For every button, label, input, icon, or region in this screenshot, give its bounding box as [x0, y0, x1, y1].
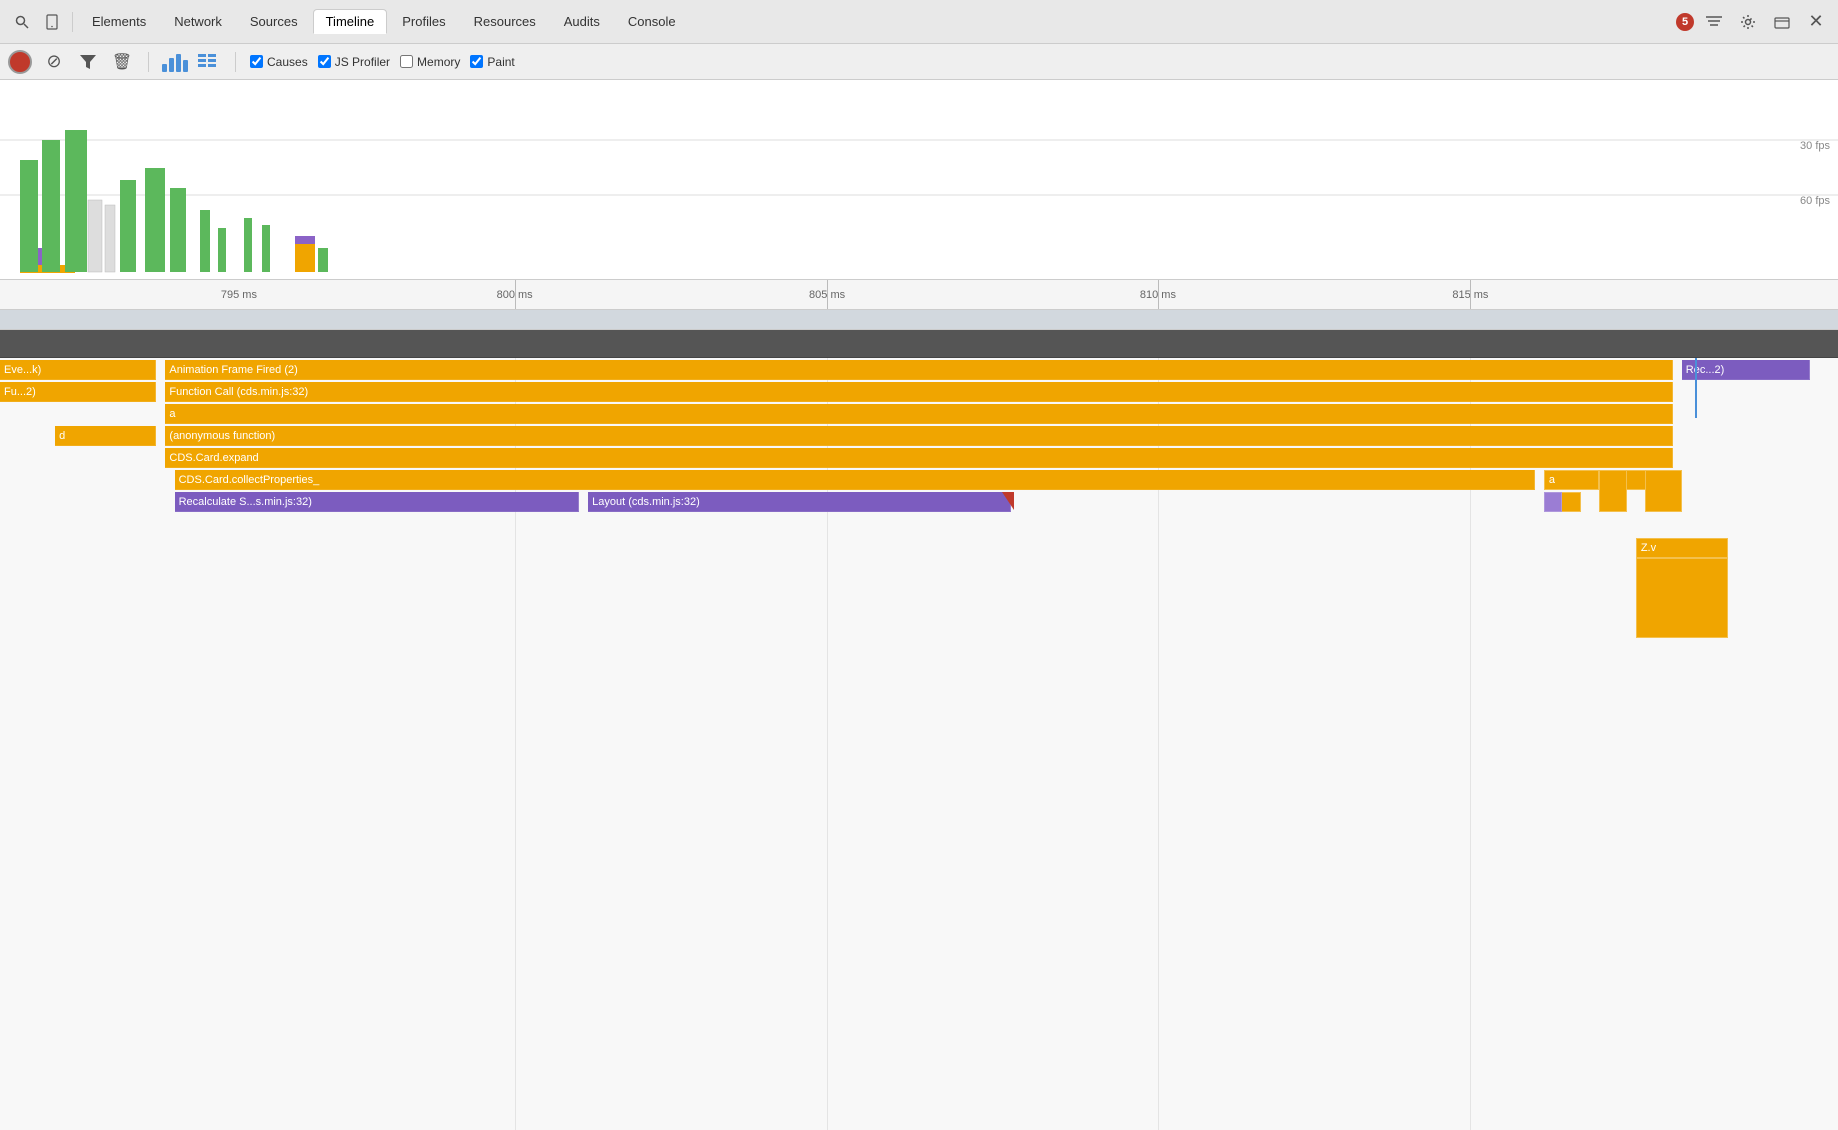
record-indicator	[15, 57, 25, 67]
causes-checkbox[interactable]: Causes	[250, 55, 308, 69]
device-icon[interactable]	[38, 8, 66, 36]
js-profiler-input[interactable]	[318, 55, 331, 68]
close-icon[interactable]: ✕	[1802, 8, 1830, 36]
trash-icon[interactable]: 🗑	[110, 50, 134, 74]
bar-chart-visual	[162, 52, 188, 72]
js-profiler-checkbox[interactable]: JS Profiler	[318, 55, 390, 69]
tab-audits[interactable]: Audits	[551, 9, 613, 34]
fps-60-label: 60 fps	[1800, 195, 1830, 207]
flame-chart[interactable]: Eve...k) Animation Frame Fired (2) Rec..…	[0, 358, 1838, 1130]
flame-block-right1[interactable]	[1599, 470, 1627, 512]
fps-chart[interactable]: 30 fps 60 fps	[0, 80, 1838, 280]
time-mark-795: 795 ms	[221, 289, 257, 301]
memory-checkbox[interactable]: Memory	[400, 55, 460, 69]
tab-timeline[interactable]: Timeline	[313, 9, 388, 34]
error-badge[interactable]: 5	[1676, 13, 1694, 31]
filter-icon[interactable]	[76, 50, 100, 74]
flame-row-zv[interactable]: Z.v	[1636, 538, 1728, 558]
controls-bar: ⊘ 🗑 Causes JS Profiler	[0, 44, 1838, 80]
separator	[72, 12, 73, 32]
causes-input[interactable]	[250, 55, 263, 68]
flame-chart-header	[0, 330, 1838, 358]
layout-warning-triangle	[1002, 492, 1014, 510]
fps-chart-inner: 30 fps 60 fps	[0, 80, 1838, 279]
flame-block-right2[interactable]	[1645, 470, 1682, 512]
mini-timeline-bar	[0, 310, 1838, 330]
tab-profiles[interactable]: Profiles	[389, 9, 458, 34]
js-profiler-label: JS Profiler	[335, 55, 390, 69]
paint-input[interactable]	[470, 55, 483, 68]
list-icon[interactable]	[197, 50, 221, 74]
devtools-toolbar: Elements Network Sources Timeline Profil…	[0, 0, 1838, 44]
stop-icon[interactable]: ⊘	[42, 50, 66, 74]
blue-time-indicator	[1695, 358, 1697, 418]
tab-resources[interactable]: Resources	[461, 9, 549, 34]
memory-input[interactable]	[400, 55, 413, 68]
flame-row-collect[interactable]: CDS.Card.collectProperties_	[175, 470, 1535, 490]
bar-chart-icon[interactable]	[163, 50, 187, 74]
causes-label: Causes	[267, 55, 308, 69]
flame-row-a[interactable]: a	[165, 404, 1672, 424]
timeline-area: 30 fps 60 fps 795 ms 800 ms 805 ms 810 m…	[0, 80, 1838, 1130]
record-button[interactable]	[8, 50, 32, 74]
toolbar-right: 5 ✕	[1676, 8, 1830, 36]
flame-row-anonymous[interactable]: (anonymous function)	[165, 426, 1672, 446]
flame-row-rec[interactable]: Rec...2)	[1682, 360, 1811, 380]
undock-icon[interactable]	[1768, 8, 1796, 36]
paint-label: Paint	[487, 55, 514, 69]
flame-row-eve[interactable]: Eve...k)	[0, 360, 156, 380]
sep3	[235, 52, 236, 72]
settings-icon[interactable]	[1734, 8, 1762, 36]
tab-sources[interactable]: Sources	[237, 9, 311, 34]
flame-purple-small1[interactable]	[1544, 492, 1562, 512]
flame-row-layout[interactable]: Layout (cds.min.js:32)	[588, 492, 1011, 512]
flame-row-fu[interactable]: Fu...2)	[0, 382, 156, 402]
flame-row-function-call[interactable]: Function Call (cds.min.js:32)	[165, 382, 1672, 402]
search-icon[interactable]	[8, 8, 36, 36]
tab-elements[interactable]: Elements	[79, 9, 159, 34]
sep2	[148, 52, 149, 72]
flame-block-a1[interactable]: a	[1544, 470, 1599, 490]
filter-list-icon[interactable]	[1700, 8, 1728, 36]
tab-console[interactable]: Console	[615, 9, 689, 34]
time-ruler: 795 ms 800 ms 805 ms 810 ms 815 ms	[0, 280, 1838, 310]
tab-network[interactable]: Network	[161, 9, 235, 34]
flame-row-d[interactable]: d	[55, 426, 156, 446]
flame-tall-block[interactable]	[1636, 558, 1728, 638]
flame-row-expand[interactable]: CDS.Card.expand	[165, 448, 1672, 468]
flame-row-animation-frame[interactable]: Animation Frame Fired (2)	[165, 360, 1672, 380]
paint-checkbox[interactable]: Paint	[470, 55, 514, 69]
fps-30-label: 30 fps	[1800, 140, 1830, 152]
memory-label: Memory	[417, 55, 460, 69]
flame-row-recalculate[interactable]: Recalculate S...s.min.js:32)	[175, 492, 579, 512]
